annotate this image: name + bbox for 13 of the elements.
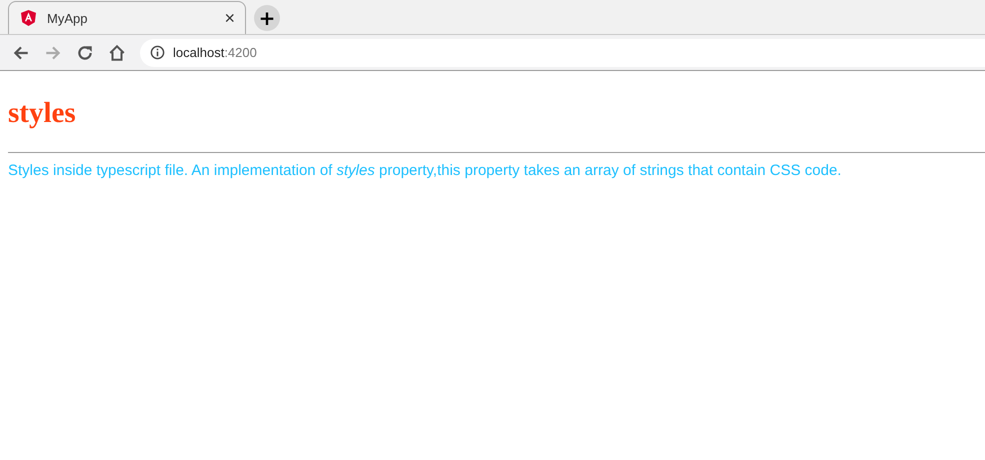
page-heading: styles	[8, 97, 77, 130]
reload-icon[interactable]	[76, 44, 94, 62]
tab-title: MyApp	[47, 10, 88, 26]
url-text: localhost:4200	[173, 45, 257, 60]
description-text: Styles inside typescript file. An implementation of styles property,this property takes an array of strings that contain CSS code.	[8, 162, 842, 179]
browser-tab[interactable]: MyApp ×	[8, 1, 246, 34]
home-icon[interactable]	[108, 44, 126, 62]
address-bar[interactable]: localhost:4200	[140, 38, 985, 66]
back-arrow-icon[interactable]	[12, 44, 30, 62]
shield-logo-icon	[21, 10, 36, 26]
info-icon	[150, 45, 165, 60]
new-tab-button[interactable]: +	[254, 5, 280, 31]
close-tab-button[interactable]: ×	[224, 8, 235, 28]
